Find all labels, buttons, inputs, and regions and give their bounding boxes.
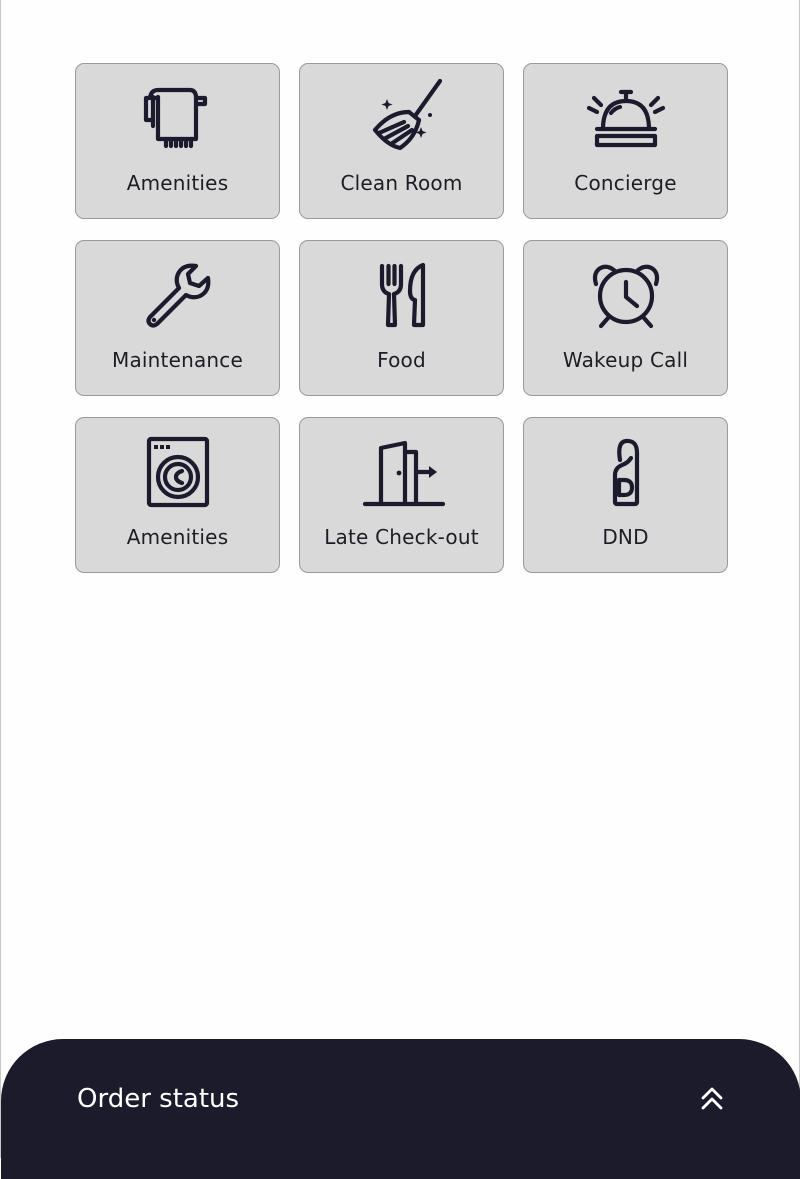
service-tile-amenities-laundry[interactable]: Amenities xyxy=(75,417,280,573)
service-tile-clean-room[interactable]: Clean Room xyxy=(299,63,504,219)
service-label: DND xyxy=(602,525,649,549)
wrench-icon xyxy=(133,254,223,334)
service-bell-icon xyxy=(581,77,671,157)
fork-knife-icon xyxy=(357,254,447,334)
service-label: Late Check-out xyxy=(324,525,479,549)
service-tile-food[interactable]: Food xyxy=(299,240,504,396)
service-tile-late-checkout[interactable]: Late Check-out xyxy=(299,417,504,573)
service-label: Clean Room xyxy=(340,171,463,195)
service-tile-dnd[interactable]: DND xyxy=(523,417,728,573)
service-tile-amenities[interactable]: Amenities xyxy=(75,63,280,219)
door-hanger-icon xyxy=(581,431,671,511)
door-exit-icon xyxy=(357,431,447,511)
double-chevron-up-icon[interactable] xyxy=(699,1086,725,1112)
service-tile-concierge[interactable]: Concierge xyxy=(523,63,728,219)
service-grid: Amenities Clean Room Concierge Maintenan… xyxy=(75,63,728,573)
service-label: Wakeup Call xyxy=(562,348,689,372)
service-tile-wakeup-call[interactable]: Wakeup Call xyxy=(523,240,728,396)
alarm-clock-icon xyxy=(581,254,671,334)
service-label: Amenities xyxy=(126,171,229,195)
service-tile-maintenance[interactable]: Maintenance xyxy=(75,240,280,396)
service-label: Amenities xyxy=(126,525,229,549)
service-screen: Amenities Clean Room Concierge Maintenan… xyxy=(0,0,800,1179)
service-label: Maintenance xyxy=(112,348,243,372)
towel-icon xyxy=(133,77,223,157)
washing-machine-icon xyxy=(133,431,223,511)
service-label: Concierge xyxy=(574,171,677,195)
order-status-title: Order status xyxy=(77,1084,240,1114)
service-label: Food xyxy=(377,348,426,372)
broom-icon xyxy=(357,77,447,157)
order-status-panel[interactable]: Order status xyxy=(1,1039,800,1179)
